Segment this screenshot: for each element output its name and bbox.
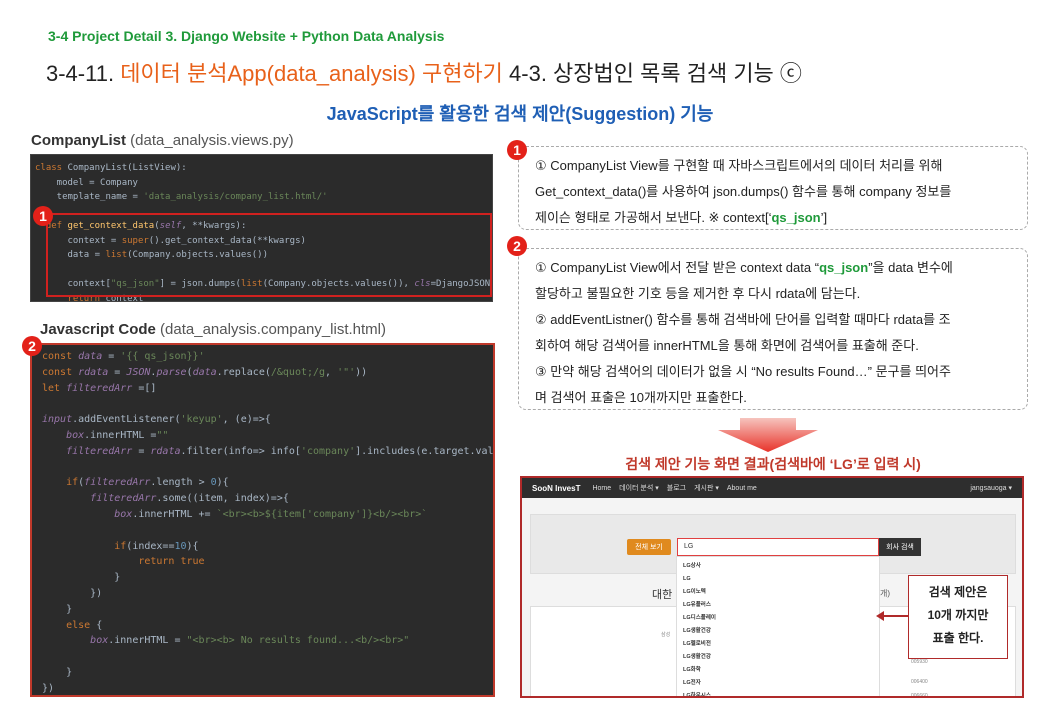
note-1-line-2: Get_context_data()를 사용하여 json.dumps() 함수… — [535, 184, 952, 199]
mock-nav-blog[interactable]: 블로그 — [667, 483, 686, 493]
result-title: 검색 제안 기능 화면 결과(검색바에 ‘LG’로 입력 시) — [625, 456, 921, 472]
note-2-line-1: ① CompanyList View에서 전달 받은 context data … — [535, 260, 953, 275]
section1-label: CompanyList (data_analysis.views.py) — [31, 132, 294, 149]
badge-1-note: 1 — [507, 140, 527, 160]
page-subtitle: JavaScript를 활용한 검색 제안(Suggestion) 기능 — [326, 104, 714, 124]
mock-table-title: 대한 — [652, 589, 673, 601]
suggestion-item[interactable]: LG이노텍 — [683, 586, 873, 599]
section1-label-rest: (data_analysis.views.py) — [126, 132, 294, 149]
note-2-line-6: 며 검색어 표출은 10개까지만 표출한다. — [535, 390, 747, 405]
badge-1-code: 1 — [33, 206, 53, 226]
note-1: ① CompanyList View를 구현할 때 자바스크립트에서의 데이터 … — [518, 146, 1028, 230]
callout-line-3: 표출 한다. — [932, 631, 984, 645]
callout-line-1: 검색 제안은 — [928, 585, 988, 599]
section1-label-bold: CompanyList — [31, 132, 127, 149]
note-2: ① CompanyList View에서 전달 받은 context data … — [518, 248, 1028, 410]
note-2-line-3: ② addEventListner() 함수를 통해 검색바에 단어를 입력할 … — [535, 312, 951, 327]
note-2-line-5: ③ 만약 해당 검색어의 데이터가 없을 시 “No results Found… — [535, 364, 951, 379]
suggestion-item[interactable]: LG유플러스 — [683, 599, 873, 612]
down-arrow-icon — [718, 418, 818, 452]
suggestion-item[interactable]: LG전자 — [683, 677, 873, 690]
mock-nav-about[interactable]: About me — [727, 485, 757, 492]
suggestion-item[interactable]: LG — [683, 573, 873, 586]
badge-2-note: 2 — [507, 236, 527, 256]
code-block-javascript: const data = '{{ qs_json}}' const rdata … — [30, 343, 495, 697]
mock-table-cell: 006400 — [911, 679, 928, 685]
section2-label: Javascript Code (data_analysis.company_l… — [40, 321, 386, 338]
title-highlight-2: 구현하기 — [415, 61, 503, 86]
section2-label-bold: Javascript Code — [40, 321, 156, 338]
mock-table-cell: 006660 — [911, 693, 928, 698]
mock-nav-analysis[interactable]: 데이터 분석 ▾ — [619, 483, 659, 493]
mock-suggestion-list: LG상사 LG LG이노텍 LG유플러스 LG디스플레이 LG생활건강 LG헬로… — [676, 556, 880, 696]
mock-navbar: SooN InvesT Home 데이터 분석 ▾ 블로그 게시판 ▾ Abou… — [522, 478, 1022, 498]
mock-user-menu[interactable]: jangsauoga ▾ — [970, 484, 1012, 492]
mock-brand[interactable]: SooN InvesT — [532, 484, 580, 493]
page-title: 3-4-11. 데이터 분석App(data_analysis) 구현하기 4-… — [46, 56, 802, 88]
left-arrow-icon — [876, 611, 910, 621]
mock-table-title-end: 개) — [880, 589, 891, 598]
title-highlight-1: 데이터 분석App(data_analysis) — [120, 61, 416, 86]
badge-2-code: 2 — [22, 336, 42, 356]
note-2-line-2: 할당하고 불필요한 기호 등을 제거한 후 다시 rdata에 담는다. — [535, 286, 861, 301]
suggestion-item[interactable]: LG헬로비전 — [683, 638, 873, 651]
note-1-line-1: ① CompanyList View를 구현할 때 자바스크립트에서의 데이터 … — [535, 158, 943, 173]
mock-search-input[interactable]: LG — [677, 538, 879, 556]
suggestion-item[interactable]: LG하우시스 — [683, 690, 873, 696]
mock-nav-board[interactable]: 게시판 ▾ — [694, 483, 719, 493]
note-1-line-3: 제이슨 형태로 가공해서 보낸다. ※ context[‘qs_json’] — [535, 210, 828, 225]
title-prefix: 3-4-11. — [46, 61, 121, 86]
suggestion-item[interactable]: LG디스플레이 — [683, 612, 873, 625]
mock-view-all-button[interactable]: 전체 보기 — [627, 539, 671, 555]
suggestion-item[interactable]: LG화학 — [683, 664, 873, 677]
highlight-box-context — [46, 213, 492, 297]
suggestion-item[interactable]: LG상사 — [683, 560, 873, 573]
title-suffix: 4-3. 상장법인 목록 검색 기능 ⓒ — [502, 61, 802, 86]
section2-label-rest: (data_analysis.company_list.html) — [155, 321, 386, 338]
mock-search-button[interactable]: 회사 검색 — [879, 538, 921, 556]
suggestion-item[interactable]: LG생활건강 — [683, 651, 873, 664]
mock-nav-home[interactable]: Home — [592, 485, 611, 492]
mock-table-cell: 삼성 — [661, 632, 671, 638]
mock-table-cell: 005930 — [911, 659, 928, 665]
breadcrumb: 3-4 Project Detail 3. Django Website + P… — [48, 28, 445, 44]
suggestion-item[interactable]: LG생활건강 — [683, 625, 873, 638]
note-2-line-4: 회하여 해당 검색어를 innerHTML을 통해 화면에 검색어를 표출해 준… — [535, 338, 919, 353]
callout-line-2: 10개 까지만 — [927, 608, 989, 622]
callout-box: 검색 제안은 10개 까지만 표출 한다. — [908, 575, 1008, 659]
